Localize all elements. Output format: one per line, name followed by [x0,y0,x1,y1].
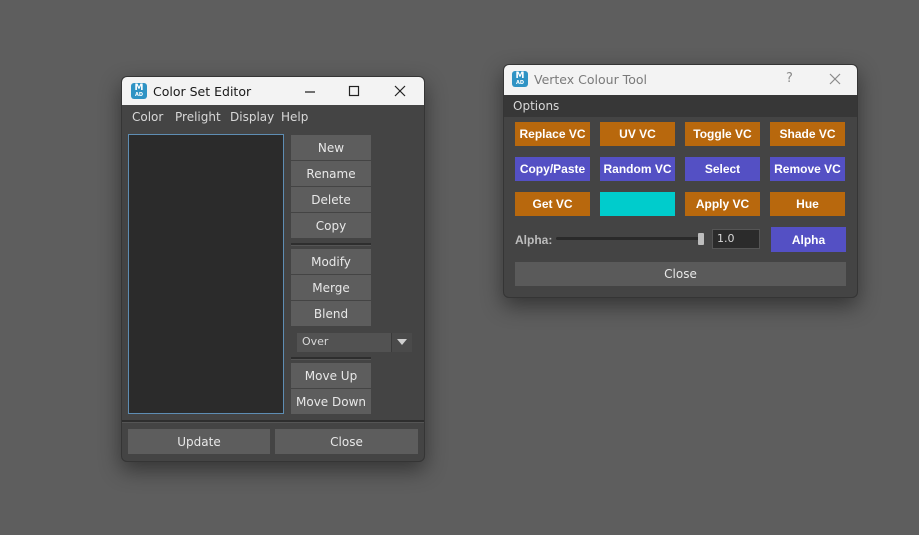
separator [291,357,371,360]
menu-display[interactable]: Display [230,110,274,124]
menu-prelight[interactable]: Prelight [175,110,221,124]
menu-color[interactable]: Color [132,110,163,124]
minimize-icon[interactable] [303,86,317,98]
color-set-editor-window: M AD Color Set Editor Color Prelight Disp… [121,76,425,462]
update-button[interactable]: Update [128,429,270,454]
alpha-slider[interactable] [556,233,704,245]
move-down-button[interactable]: Move Down [291,389,371,414]
slider-handle[interactable] [698,233,704,245]
modify-button[interactable]: Modify [291,249,371,274]
window-title: Vertex Colour Tool [534,72,647,87]
menu-help[interactable]: Help [281,110,308,124]
hue-button[interactable]: Hue [770,192,845,216]
alpha-value: 1.0 [717,232,735,245]
close-icon[interactable] [394,85,406,97]
window-title: Color Set Editor [153,84,252,99]
copy-button[interactable]: Copy [291,213,371,238]
menu-bar: Options [504,95,857,117]
close-button[interactable]: Close [515,262,846,286]
apply-vc-button[interactable]: Apply VC [685,192,760,216]
menu-bar: Color Prelight Display Help [122,105,424,131]
help-icon[interactable]: ? [786,71,793,86]
title-bar[interactable]: M AD Vertex Colour Tool ? [504,65,857,95]
merge-button[interactable]: Merge [291,275,371,300]
uv-vc-button[interactable]: UV VC [600,122,675,146]
color-set-list[interactable] [128,134,284,414]
separator [122,420,424,423]
alpha-button[interactable]: Alpha [771,227,846,252]
blend-mode-value: Over [302,335,329,348]
alpha-label: Alpha: [515,233,553,247]
chevron-down-icon [397,339,407,345]
shade-vc-button[interactable]: Shade VC [770,122,845,146]
replace-vc-button[interactable]: Replace VC [515,122,590,146]
color-swatch[interactable] [600,192,675,216]
maya-app-icon: M AD [131,83,147,99]
slider-track [556,237,704,240]
separator [291,243,371,246]
new-button[interactable]: New [291,135,371,160]
move-up-button[interactable]: Move Up [291,363,371,388]
vertex-colour-tool-window: M AD Vertex Colour Tool ? Options Replace… [503,64,858,298]
blend-mode-select[interactable]: Over [297,333,412,352]
close-icon[interactable] [829,73,841,85]
select-button[interactable]: Select [685,157,760,181]
title-bar[interactable]: M AD Color Set Editor [122,77,424,105]
maya-app-icon: M AD [512,71,528,87]
get-vc-button[interactable]: Get VC [515,192,590,216]
copy-paste-button[interactable]: Copy/Paste [515,157,590,181]
dropdown-button[interactable] [391,333,412,352]
rename-button[interactable]: Rename [291,161,371,186]
alpha-value-field[interactable]: 1.0 [712,229,760,249]
random-vc-button[interactable]: Random VC [600,157,675,181]
delete-button[interactable]: Delete [291,187,371,212]
remove-vc-button[interactable]: Remove VC [770,157,845,181]
maximize-icon[interactable] [348,85,360,97]
blend-button[interactable]: Blend [291,301,371,326]
toggle-vc-button[interactable]: Toggle VC [685,122,760,146]
menu-options[interactable]: Options [513,99,559,113]
close-button[interactable]: Close [275,429,418,454]
